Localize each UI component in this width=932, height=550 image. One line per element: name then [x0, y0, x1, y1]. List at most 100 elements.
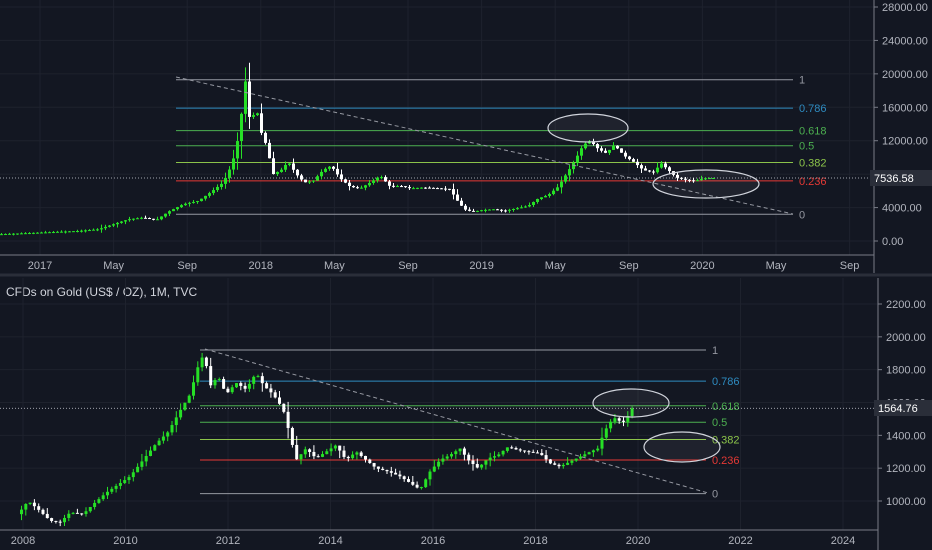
candle-body: [467, 454, 471, 461]
candle-body: [101, 495, 105, 500]
candle-body: [174, 417, 178, 426]
candle-body: [385, 469, 389, 472]
candle-body: [136, 466, 140, 473]
candle-body: [500, 209, 503, 211]
candle-body: [652, 171, 655, 173]
candle-body: [497, 454, 501, 457]
candle-body: [389, 471, 393, 473]
candle-body: [432, 187, 435, 189]
candle-body: [384, 177, 387, 182]
candle-body: [224, 177, 227, 184]
y-tick-label: 28000.00: [882, 2, 928, 14]
fib-level-label: 0: [799, 209, 805, 221]
bottom-last-price-label: 1564.76: [878, 403, 918, 415]
candle-body: [613, 418, 617, 422]
candle-body: [428, 187, 431, 189]
candle-body: [416, 187, 419, 189]
candle-body: [407, 479, 410, 482]
candle-body: [45, 513, 49, 519]
candle-body: [557, 464, 561, 467]
candle-body: [584, 143, 587, 149]
candle-body: [471, 460, 475, 465]
candle-body: [622, 420, 625, 422]
candle-body: [540, 453, 544, 456]
candle-body: [496, 209, 499, 211]
candle-body: [272, 158, 275, 175]
candle-body: [561, 464, 565, 467]
candle-body: [127, 477, 131, 481]
candle-body: [359, 452, 363, 456]
x-tick-label: 2018: [249, 260, 273, 272]
candle-body: [204, 195, 207, 199]
candle-body: [168, 211, 171, 214]
candle-body: [20, 509, 23, 515]
candle-body: [450, 454, 453, 457]
fib-level-label: 0.236: [712, 455, 740, 467]
candle-body: [462, 448, 466, 455]
candle-body: [265, 383, 269, 389]
candle-body: [180, 205, 183, 208]
candle-body: [200, 198, 203, 202]
candle-body: [260, 376, 264, 384]
candle-body: [640, 165, 643, 169]
candle-body: [544, 455, 548, 460]
x-tick-label: 2022: [728, 535, 752, 547]
candle-body: [97, 499, 101, 503]
candle-body: [222, 379, 226, 389]
y-tick-label: 1000.00: [886, 496, 926, 508]
candle-body: [424, 479, 428, 488]
candle-body: [368, 459, 372, 464]
candle-body: [328, 166, 331, 169]
candle-body: [448, 188, 451, 190]
x-tick-label: 2012: [216, 535, 240, 547]
x-tick-label: May: [103, 260, 124, 272]
candle-body: [596, 448, 600, 451]
candle-body: [196, 367, 200, 383]
candle-body: [636, 161, 639, 166]
candle-body: [312, 180, 315, 182]
candle-body: [488, 209, 491, 211]
candle-body: [312, 451, 316, 457]
candle-body: [144, 217, 147, 219]
candle-body: [256, 376, 260, 378]
candle-body: [560, 181, 563, 188]
candle-body: [36, 232, 39, 234]
candle-body: [394, 472, 398, 475]
candle-body: [114, 485, 118, 489]
candle-body: [76, 231, 79, 233]
candle-body: [660, 163, 663, 168]
candle-body: [612, 145, 615, 150]
candle-body: [80, 230, 83, 232]
top-highlight-ellipse-low[interactable]: [652, 169, 760, 199]
y-tick-label: 1800.00: [886, 365, 926, 377]
candle-body: [239, 383, 243, 386]
candle-body: [183, 402, 187, 410]
candle-body: [600, 437, 604, 449]
candle-body: [484, 460, 488, 465]
fib-level-label: 0.618: [712, 401, 740, 413]
candle-body: [264, 132, 267, 143]
candle-body: [518, 449, 522, 451]
candle-body: [351, 454, 355, 459]
candle-body: [512, 208, 515, 210]
candle-body: [501, 450, 505, 455]
candle-body: [247, 383, 251, 389]
bottom-highlight-ellipse-high[interactable]: [592, 388, 670, 418]
candle-body: [92, 229, 95, 231]
candle-body: [325, 451, 329, 455]
candle-body: [444, 188, 447, 190]
fib-level-label: 1: [799, 75, 805, 87]
bottom-last-price-tag: 1564.76: [874, 400, 932, 416]
candle-body: [286, 411, 290, 428]
candle-body: [170, 425, 174, 433]
bottom-highlight-ellipse-low[interactable]: [643, 431, 721, 463]
top-highlight-ellipse-high[interactable]: [547, 113, 629, 143]
candle-body: [196, 201, 199, 203]
candle-body: [226, 388, 230, 393]
candle-body: [596, 144, 599, 149]
candle-body: [424, 187, 427, 189]
candle-body: [240, 113, 243, 142]
candle-body: [348, 182, 351, 187]
candle-body: [628, 156, 631, 160]
top-last-price-label: 7536.58: [874, 173, 914, 185]
